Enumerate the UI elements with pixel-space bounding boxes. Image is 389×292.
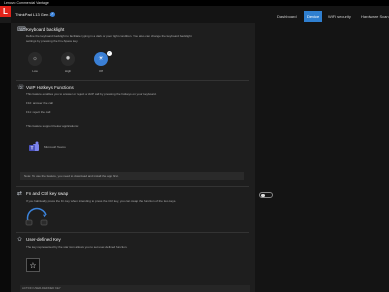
fn-ctrl-toggle[interactable] <box>259 192 273 198</box>
backlight-high-label: High <box>64 69 72 73</box>
backlight-off-label: Off <box>99 69 103 73</box>
phone-icon: ☏ <box>17 85 25 91</box>
selected-check-icon: ✓ <box>107 51 112 56</box>
keyboard-icon: ⌨ <box>17 27 26 33</box>
backlight-low-label: Low <box>32 69 38 73</box>
voip-title: VoIP Hotkeys Functions <box>26 85 74 90</box>
star-key-icon: ✩ <box>17 237 23 243</box>
left-gutter <box>0 23 11 292</box>
toggle-knob <box>261 193 265 197</box>
sun-low-icon: ☼ <box>32 56 38 62</box>
divider <box>16 232 249 233</box>
keyboard-backlight-title: Keyboard backlight <box>26 27 65 32</box>
window-title: Lenovo Commercial Vantage <box>4 0 49 5</box>
voip-desc: This feature enables you to answer or re… <box>26 92 157 96</box>
tab-wifi-security[interactable]: WiFi security <box>328 12 351 22</box>
sun-high-icon: ✹ <box>65 56 71 62</box>
microsoft-teams-icon: T <box>29 141 39 151</box>
swap-icon: ⇄ <box>17 191 23 197</box>
voip-f10: F10: answer the call <box>26 101 53 105</box>
voip-supported: This feature support below applications: <box>26 124 79 128</box>
backlight-low-button[interactable]: ☼ <box>28 52 42 66</box>
sun-off-icon: ☀ <box>98 56 104 62</box>
voip-note: Note: To use the feature, you need to do… <box>20 172 244 180</box>
divider <box>16 186 249 187</box>
user-defined-desc: The key represented by the star icon all… <box>26 245 128 249</box>
key-swap-illustration-icon <box>25 207 48 226</box>
svg-text:T: T <box>31 146 34 151</box>
tab-dashboard[interactable]: Dashboard <box>277 12 297 22</box>
fn-ctrl-desc: If you habitually press the Fn key when … <box>26 199 177 203</box>
divider <box>16 80 249 81</box>
star-icon: ☆ <box>29 261 37 270</box>
product-name[interactable]: ThinkPad L13 Gen 2a <box>15 12 54 17</box>
star-key-button[interactable]: ☆ <box>26 258 40 272</box>
main-content <box>11 23 255 292</box>
backlight-off-button[interactable]: ☀ <box>94 52 108 66</box>
backlight-high-button[interactable]: ✹ <box>61 52 75 66</box>
teams-app-name: Microsoft Teams <box>44 145 66 149</box>
tab-hardware-scan[interactable]: Hardware Scan <box>361 12 389 22</box>
keyboard-backlight-desc-2: settings by pressing the Fn+Space key. <box>26 38 79 43</box>
tab-device[interactable]: Device <box>304 11 323 22</box>
right-panel <box>255 23 389 292</box>
action-user-defined-header: ACTION USER-DEFINED KEY <box>20 285 250 292</box>
user-defined-title: User-defined Key <box>26 237 61 242</box>
fn-ctrl-title: Fn and Ctrl key swap <box>26 191 69 196</box>
lenovo-logo: L <box>0 6 11 17</box>
voip-f11: F11: reject the call <box>26 110 51 114</box>
verified-check-icon: ✓ <box>50 11 55 17</box>
